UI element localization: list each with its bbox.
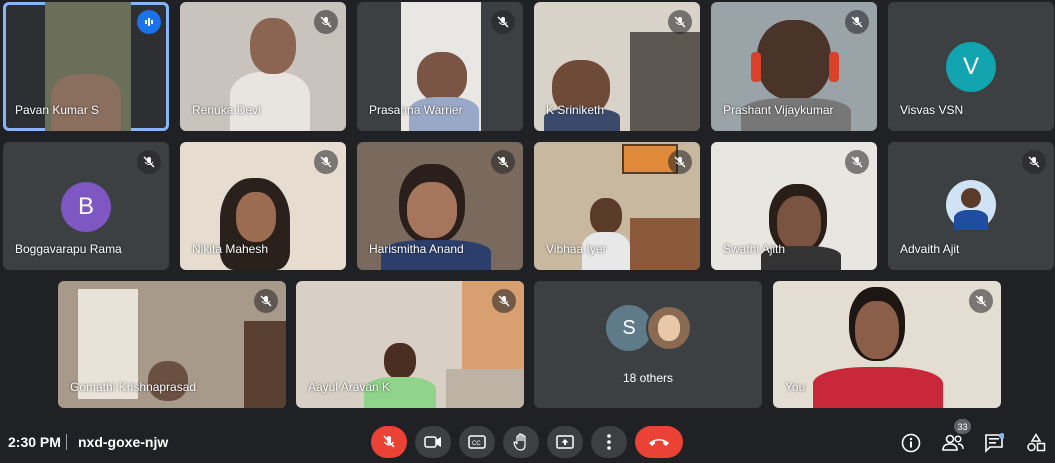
mic-off-icon	[668, 150, 692, 174]
participant-name: You	[785, 380, 806, 394]
avatar-initial: B	[77, 193, 94, 220]
others-count: 18 others	[622, 371, 674, 385]
participant-name: Harismitha Anand	[369, 242, 464, 256]
present-screen-icon	[556, 435, 574, 449]
participant-tile[interactable]: Renuka Devi	[180, 2, 346, 131]
participant-name: K Sriniketh	[546, 103, 605, 117]
participant-tile[interactable]: Advaith Ajit	[888, 142, 1054, 270]
present-button[interactable]	[547, 426, 583, 458]
participant-tile[interactable]: You	[773, 281, 1001, 408]
participant-tile[interactable]: Harismitha Anand	[357, 142, 523, 270]
camera-toggle-button[interactable]	[415, 426, 451, 458]
mic-toggle-button[interactable]	[371, 426, 407, 458]
participant-tile[interactable]: Aayul Aravan K	[296, 281, 524, 408]
meeting-code: nxd-goxe-njw	[78, 434, 169, 450]
avatar-initial: V	[962, 53, 979, 80]
participant-name: Prasanna Warrier	[369, 103, 463, 117]
more-vert-icon	[607, 434, 611, 450]
participant-tile[interactable]: Prashant Vijaykumar	[711, 2, 877, 131]
participant-tile[interactable]: Vibhaa Iyer	[534, 142, 700, 270]
participant-tile[interactable]: Nikita Mahesh	[180, 142, 346, 270]
participant-name: Renuka Devi	[192, 103, 261, 117]
info-icon	[901, 433, 921, 453]
hand-icon	[513, 433, 526, 451]
mic-off-icon	[491, 150, 515, 174]
participant-name: Pavan Kumar S	[15, 103, 100, 117]
avatar: B	[61, 182, 111, 232]
participant-tile[interactable]: Prasanna Warrier	[357, 2, 523, 131]
participant-name: Gomathi Krishnaprasad	[70, 380, 197, 394]
avatar	[946, 180, 996, 230]
raise-hand-button[interactable]	[503, 426, 539, 458]
chat-button[interactable]	[981, 430, 1007, 456]
participant-tile[interactable]: B Boggavarapu Rama	[3, 142, 169, 270]
more-options-button[interactable]	[591, 426, 627, 458]
camera-icon	[424, 436, 441, 448]
mic-off-icon	[845, 150, 869, 174]
speaking-indicator-icon	[137, 10, 161, 34]
mic-off-icon	[314, 150, 338, 174]
meeting-time: 2:30 PM	[8, 434, 61, 450]
mic-off-icon	[314, 10, 338, 34]
chat-icon	[985, 433, 1004, 453]
mic-off-icon	[254, 289, 278, 313]
participant-tile[interactable]: Gomathi Krishnaprasad	[58, 281, 286, 408]
mic-off-icon	[1022, 150, 1046, 174]
avatar	[646, 305, 692, 351]
people-icon	[942, 434, 964, 451]
captions-icon: CC	[468, 435, 486, 449]
mic-off-icon	[137, 150, 161, 174]
activities-button[interactable]	[1023, 430, 1049, 456]
activities-icon	[1027, 433, 1046, 452]
mic-off-icon	[492, 289, 516, 313]
hang-up-icon	[649, 439, 669, 446]
others-tile[interactable]: S 18 others	[534, 281, 762, 408]
people-count-badge: 33	[954, 419, 971, 434]
svg-text:CC: CC	[472, 441, 481, 447]
participant-tile[interactable]: V Visvas VSN	[888, 2, 1054, 131]
participant-name: Prashant Vijaykumar	[723, 103, 834, 117]
participant-name: Nikita Mahesh	[192, 242, 269, 256]
avatar-initial: S	[622, 316, 636, 339]
participant-name: Boggavarapu Rama	[15, 242, 122, 256]
participant-tile[interactable]: Pavan Kumar S	[3, 2, 169, 131]
mic-off-icon	[491, 10, 515, 34]
participant-tile[interactable]: K Sriniketh	[534, 2, 700, 131]
divider	[66, 434, 67, 450]
meeting-details-button[interactable]	[898, 430, 924, 456]
leave-call-button[interactable]	[635, 426, 683, 458]
mic-off-icon	[845, 10, 869, 34]
mic-off-icon	[383, 435, 395, 448]
participant-name: Visvas VSN	[900, 103, 964, 117]
mic-off-icon	[969, 289, 993, 313]
participant-name: Aayul Aravan K	[308, 380, 391, 394]
participant-name: Vibhaa Iyer	[546, 242, 607, 256]
participant-name: Swathi Ajith	[723, 242, 786, 256]
mic-off-icon	[668, 10, 692, 34]
avatar: V	[946, 42, 996, 92]
captions-button[interactable]: CC	[459, 426, 495, 458]
participant-name: Advaith Ajit	[900, 242, 960, 256]
participant-tile[interactable]: Swathi Ajith	[711, 142, 877, 270]
